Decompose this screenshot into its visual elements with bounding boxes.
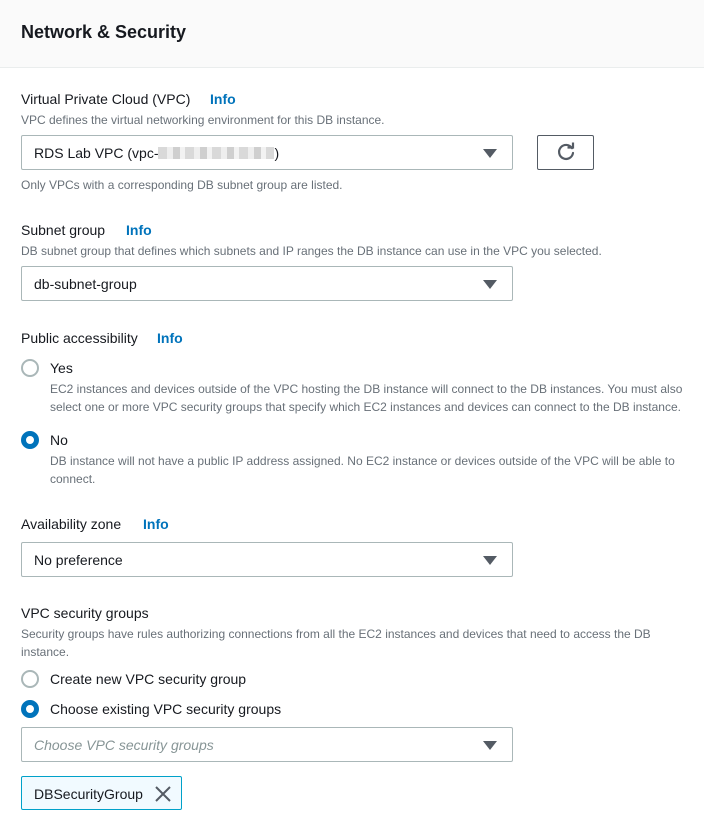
create-new-sg-label[interactable]: Create new VPC security group (50, 671, 246, 687)
vpc-hint: Only VPCs with a corresponding DB subnet… (21, 178, 343, 192)
public-accessibility-label: Public accessibility (21, 330, 138, 346)
subnet-group-info-link[interactable]: Info (126, 222, 152, 238)
public-no-description-line1: DB instance will not have a public IP ad… (50, 454, 675, 468)
vpc-value-prefix: RDS Lab VPC (vpc- (34, 145, 159, 161)
vpc-select-value: RDS Lab VPC (vpc-) (34, 145, 279, 161)
availability-zone-info-link[interactable]: Info (143, 516, 169, 532)
section-header: Network & Security (0, 0, 704, 68)
subnet-group-select[interactable]: db-subnet-group (21, 266, 513, 301)
vpc-info-link[interactable]: Info (210, 91, 236, 107)
vpc-security-groups-description-line2: instance. (21, 645, 70, 659)
refresh-vpc-button[interactable] (537, 135, 594, 170)
availability-zone-label: Availability zone (21, 516, 122, 532)
availability-zone-select[interactable]: No preference (21, 542, 513, 577)
choose-existing-sg-label[interactable]: Choose existing VPC security groups (50, 701, 281, 717)
public-no-description-line2: connect. (50, 472, 96, 486)
vpc-security-groups-description-line1: Security groups have rules authorizing c… (21, 627, 651, 641)
vpc-description: VPC defines the virtual networking envir… (21, 113, 385, 127)
caret-down-icon (483, 149, 497, 158)
availability-zone-value: No preference (34, 552, 123, 568)
section-title: Network & Security (21, 22, 187, 42)
choose-existing-sg-radio[interactable] (21, 700, 39, 718)
vpc-security-groups-label: VPC security groups (21, 605, 149, 621)
vpc-select[interactable]: RDS Lab VPC (vpc-) (21, 135, 513, 170)
public-no-label[interactable]: No (50, 432, 68, 448)
refresh-icon (558, 142, 575, 160)
public-yes-description-line2: select one or more VPC security groups t… (50, 400, 681, 414)
public-no-radio[interactable] (21, 431, 39, 449)
public-yes-label[interactable]: Yes (50, 360, 73, 376)
vpc-security-groups-placeholder: Choose VPC security groups (34, 737, 214, 753)
caret-down-icon (483, 741, 497, 750)
vpc-label: Virtual Private Cloud (VPC) (21, 91, 191, 107)
create-new-sg-radio[interactable] (21, 670, 39, 688)
caret-down-icon (483, 280, 497, 289)
public-yes-description-line1: EC2 instances and devices outside of the… (50, 382, 683, 396)
redacted-vpc-id (158, 147, 275, 159)
close-icon[interactable] (154, 785, 172, 803)
vpc-security-groups-select[interactable]: Choose VPC security groups (21, 727, 513, 762)
subnet-group-value: db-subnet-group (34, 276, 137, 292)
token-label: DBSecurityGroup (34, 786, 143, 802)
subnet-group-label: Subnet group (21, 222, 106, 238)
public-yes-radio[interactable] (21, 359, 39, 377)
selected-security-group-token: DBSecurityGroup (21, 776, 182, 810)
subnet-group-description: DB subnet group that defines which subne… (21, 244, 602, 258)
vpc-value-suffix: ) (274, 145, 280, 161)
public-accessibility-info-link[interactable]: Info (157, 330, 183, 346)
caret-down-icon (483, 556, 497, 565)
